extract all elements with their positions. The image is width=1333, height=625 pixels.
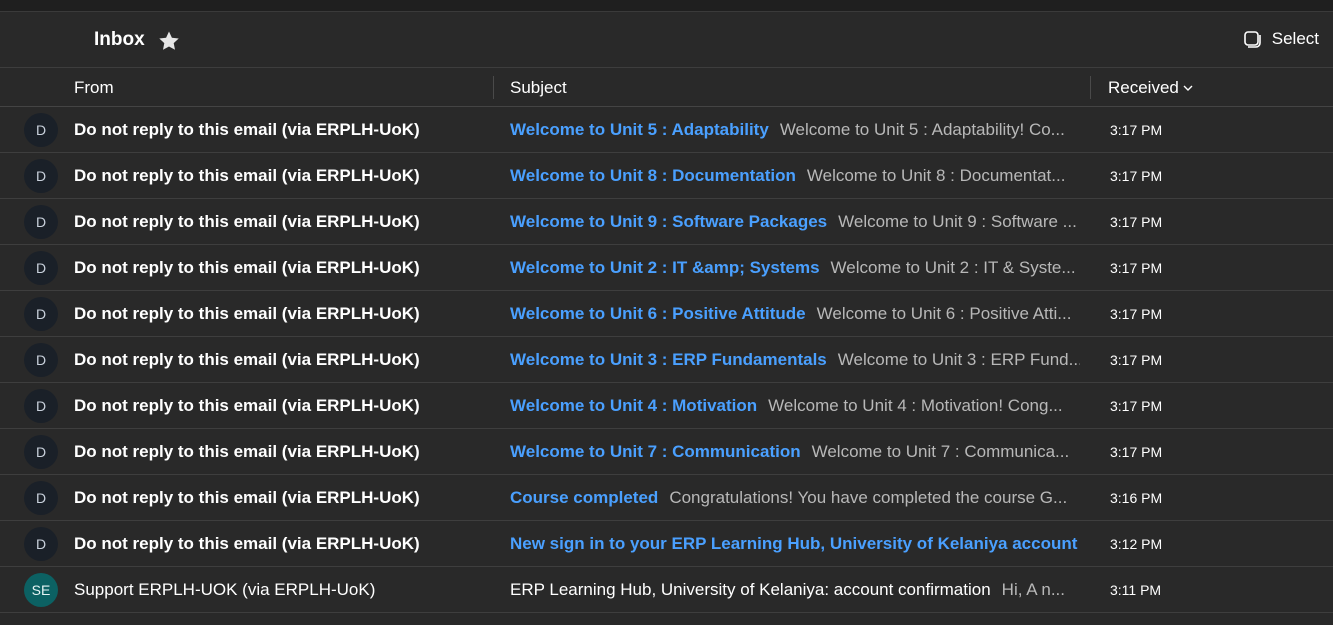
received-time: 3:17 PM [1110,444,1163,460]
email-row[interactable]: D Do not reply to this email (via ERPLH-… [0,383,1333,429]
email-row[interactable]: D Do not reply to this email (via ERPLH-… [0,245,1333,291]
column-divider[interactable] [1090,76,1091,99]
received-time: 3:12 PM [1110,536,1163,552]
avatar: D [24,389,58,423]
folder-title: Inbox [94,29,145,50]
avatar: D [24,527,58,561]
subject-line: Welcome to Unit 5 : Adaptability Welcome … [510,120,1080,140]
subject: Welcome to Unit 2 : IT &amp; Systems [510,258,820,277]
preview: Hi, A n... [1001,580,1065,599]
sender: Do not reply to this email (via ERPLH-Uo… [74,396,420,415]
subject-line: Welcome to Unit 8 : Documentation Welcome… [510,166,1080,186]
column-divider[interactable] [493,76,494,99]
avatar: D [24,435,58,469]
subject-line: Welcome to Unit 4 : Motivation Welcome to… [510,396,1080,416]
email-row[interactable]: D Do not reply to this email (via ERPLH-… [0,521,1333,567]
column-received-label: Received [1108,78,1179,97]
sender: Do not reply to this email (via ERPLH-Uo… [74,442,420,461]
top-bar [0,0,1333,12]
sender: Do not reply to this email (via ERPLH-Uo… [74,120,420,139]
subject: Welcome to Unit 8 : Documentation [510,166,796,185]
email-row[interactable]: D Do not reply to this email (via ERPLH-… [0,291,1333,337]
subject-line: Welcome to Unit 3 : ERP Fundamentals Welc… [510,350,1080,370]
sender: Do not reply to this email (via ERPLH-Uo… [74,350,420,369]
subject: ERP Learning Hub, University of Kelaniya… [510,580,991,599]
email-row[interactable]: D Do not reply to this email (via ERPLH-… [0,199,1333,245]
sender: Do not reply to this email (via ERPLH-Uo… [74,166,420,185]
sender: Do not reply to this email (via ERPLH-Uo… [74,304,420,323]
avatar: D [24,297,58,331]
sender: Do not reply to this email (via ERPLH-Uo… [74,258,420,277]
subject: Welcome to Unit 9 : Software Packages [510,212,828,231]
select-button[interactable]: Select [1242,29,1319,49]
preview: Welcome to Unit 5 : Adaptability! Co... [779,120,1065,139]
subject-line: Welcome to Unit 6 : Positive Attitude Wel… [510,304,1080,324]
preview: Welcome to Unit 9 : Software ... [838,212,1077,231]
email-row[interactable]: D Do not reply to this email (via ERPLH-… [0,337,1333,383]
email-list: D Do not reply to this email (via ERPLH-… [0,107,1333,613]
column-subject[interactable]: Subject [510,78,567,98]
email-row[interactable]: SE Support ERPLH-UOK (via ERPLH-UoK) ERP… [0,567,1333,613]
mail-list-header: Inbox Select [0,12,1333,68]
email-row[interactable]: D Do not reply to this email (via ERPLH-… [0,107,1333,153]
received-time: 3:17 PM [1110,122,1163,138]
preview: Welcome to Unit 8 : Documentat... [806,166,1066,185]
sender: Do not reply to this email (via ERPLH-Uo… [74,488,420,507]
subject: New sign in to your ERP Learning Hub, Un… [510,534,1078,553]
column-received[interactable]: Received [1108,78,1195,98]
received-time: 3:17 PM [1110,398,1163,414]
received-time: 3:17 PM [1110,306,1163,322]
received-time: 3:16 PM [1110,490,1163,506]
received-time: 3:11 PM [1110,582,1162,598]
avatar: D [24,251,58,285]
subject-line: Course completed Congratulations! You hav… [510,488,1080,508]
column-header-row: From Subject Received [0,68,1333,107]
subject: Welcome to Unit 5 : Adaptability [510,120,769,139]
subject-line: ERP Learning Hub, University of Kelaniya… [510,580,1080,600]
received-time: 3:17 PM [1110,168,1163,184]
star-icon[interactable] [157,29,181,53]
preview: Welcome to Unit 6 : Positive Atti... [816,304,1072,323]
avatar: D [24,481,58,515]
email-row[interactable]: D Do not reply to this email (via ERPLH-… [0,475,1333,521]
chevron-down-icon [1183,85,1193,91]
subject: Welcome to Unit 7 : Communication [510,442,801,461]
avatar: D [24,343,58,377]
email-row[interactable]: D Do not reply to this email (via ERPLH-… [0,153,1333,199]
select-checkbox-icon [1243,31,1261,48]
received-time: 3:17 PM [1110,352,1163,368]
avatar: D [24,159,58,193]
subject-line: Welcome to Unit 9 : Software Packages Wel… [510,212,1080,232]
email-row[interactable]: D Do not reply to this email (via ERPLH-… [0,429,1333,475]
preview: Welcome to Unit 2 : IT & Syste... [830,258,1076,277]
subject-line: New sign in to your ERP Learning Hub, Un… [510,534,1080,554]
sender: Do not reply to this email (via ERPLH-Uo… [74,534,420,553]
subject-line: Welcome to Unit 7 : Communication Welcome… [510,442,1080,462]
sender: Do not reply to this email (via ERPLH-Uo… [74,212,420,231]
avatar: D [24,113,58,147]
column-from[interactable]: From [74,78,114,98]
subject: Welcome to Unit 4 : Motivation [510,396,758,415]
sender: Support ERPLH-UOK (via ERPLH-UoK) [74,580,376,599]
select-label: Select [1271,29,1319,48]
subject: Welcome to Unit 3 : ERP Fundamentals [510,350,827,369]
avatar: SE [24,573,58,607]
avatar: D [24,205,58,239]
preview: Congratulations! You have completed the … [669,488,1068,507]
preview: Welcome to Unit 4 : Motivation! Cong... [768,396,1063,415]
preview: Welcome to Unit 7 : Communica... [811,442,1070,461]
subject: Course completed [510,488,659,507]
received-time: 3:17 PM [1110,260,1163,276]
preview: Welcome to Unit 3 : ERP Fund... [837,350,1080,369]
subject-line: Welcome to Unit 2 : IT &amp; Systems Welc… [510,258,1080,278]
received-time: 3:17 PM [1110,214,1163,230]
subject: Welcome to Unit 6 : Positive Attitude [510,304,806,323]
